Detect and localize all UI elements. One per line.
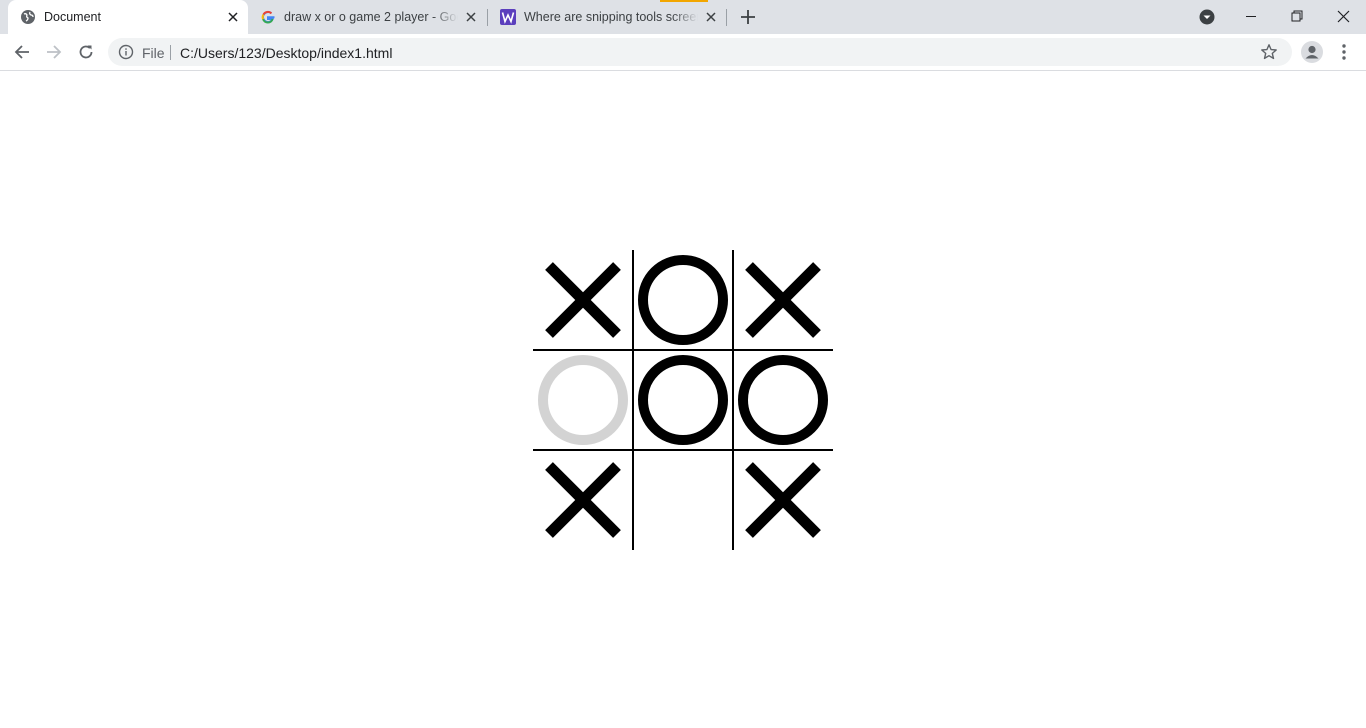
close-window-button[interactable]: [1320, 0, 1366, 32]
close-icon: [1337, 10, 1349, 22]
board-cell[interactable]: [733, 450, 833, 550]
x-mark-icon: [745, 262, 821, 338]
menu-kebab-icon[interactable]: [1334, 40, 1354, 64]
restore-icon: [1291, 10, 1303, 22]
tab-title: Document: [44, 10, 101, 24]
tab-separator: [726, 9, 727, 26]
bookmark-star-icon[interactable]: [1260, 43, 1278, 61]
chevron-down-circle-icon: [1199, 9, 1215, 25]
new-tab-button[interactable]: [736, 5, 760, 29]
close-tab-icon[interactable]: [226, 10, 240, 24]
address-scheme-label: File: [142, 45, 165, 61]
forward-button[interactable]: [40, 38, 68, 66]
arrow-left-icon: [14, 45, 29, 59]
reload-icon: [79, 45, 93, 59]
w-site-icon: [500, 9, 516, 25]
google-g-icon: [260, 9, 276, 25]
board-cell[interactable]: [633, 450, 733, 550]
board-cell[interactable]: [533, 350, 633, 450]
profile-avatar-icon[interactable]: [1300, 40, 1324, 64]
tab-google-search[interactable]: draw x or o game 2 player - Google Searc…: [248, 0, 486, 34]
address-url[interactable]: C:/Users/123/Desktop/index1.html: [180, 45, 392, 61]
close-tab-icon[interactable]: [464, 10, 478, 24]
tab-snipping-tools[interactable]: Where are snipping tools screenshots sav…: [488, 0, 726, 34]
o-mark-icon: [638, 355, 728, 445]
info-icon[interactable]: [118, 44, 134, 60]
board-cell[interactable]: [633, 250, 733, 350]
tab-strip: Document draw x or o game 2 player - Goo…: [0, 0, 1366, 34]
arrow-right-icon: [47, 45, 62, 59]
tab-title: Where are snipping tools screenshots sav…: [524, 10, 698, 24]
tab-document[interactable]: Document: [8, 0, 248, 34]
tab-title: draw x or o game 2 player - Google Searc…: [284, 10, 458, 24]
reload-button[interactable]: [72, 38, 100, 66]
board-cell[interactable]: [533, 450, 633, 550]
tab-loading-indicator: [660, 0, 708, 2]
board-cell[interactable]: [733, 350, 833, 450]
restore-button[interactable]: [1274, 0, 1320, 32]
address-bar[interactable]: File C:/Users/123/Desktop/index1.html: [108, 38, 1292, 66]
close-tab-icon[interactable]: [704, 10, 718, 24]
plus-icon: [741, 10, 755, 24]
x-mark-icon: [545, 462, 621, 538]
board-cell[interactable]: [733, 250, 833, 350]
o-mark-icon: [738, 355, 828, 445]
browser-toolbar: File C:/Users/123/Desktop/index1.html: [0, 34, 1366, 71]
o-mark-icon: [638, 255, 728, 345]
board-cell[interactable]: [533, 250, 633, 350]
minimize-icon: [1246, 16, 1256, 17]
tic-tac-toe-board: [533, 250, 833, 550]
address-divider: [170, 45, 171, 60]
tab-search-button[interactable]: [1196, 6, 1218, 28]
minimize-button[interactable]: [1228, 0, 1274, 32]
x-mark-icon: [545, 262, 621, 338]
back-button[interactable]: [8, 38, 36, 66]
globe-icon: [20, 9, 36, 25]
x-mark-icon: [745, 462, 821, 538]
board-cell[interactable]: [633, 350, 733, 450]
o-mark-preview-icon: [538, 355, 628, 445]
